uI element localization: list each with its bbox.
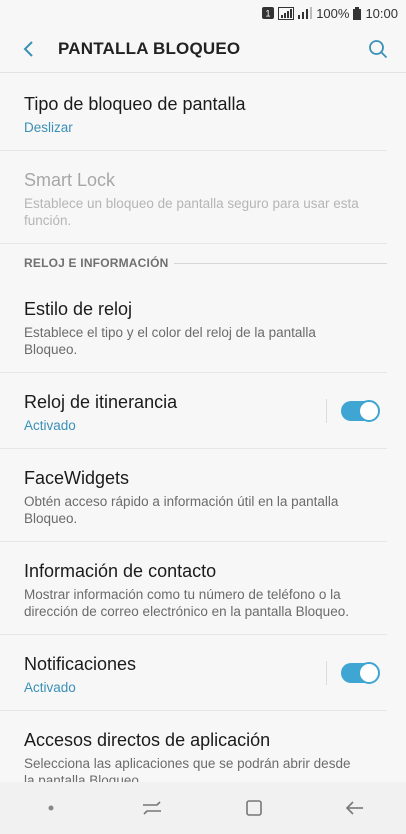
item-title: Accesos directos de aplicación <box>24 730 271 750</box>
toggle-container <box>326 660 380 685</box>
no-signal-icon <box>278 6 295 20</box>
contact-info-item[interactable]: Información de contacto Mostrar informac… <box>0 542 387 635</box>
home-icon[interactable] <box>224 788 284 828</box>
app-bar: PANTALLA BLOQUEO <box>0 26 406 72</box>
toggle-container <box>326 398 380 423</box>
item-subtitle: Activado <box>24 418 76 433</box>
section-divider <box>174 262 387 264</box>
item-subtitle: Establece el tipo y el color del reloj d… <box>24 325 316 357</box>
battery-icon <box>353 6 362 20</box>
item-title: Notificaciones <box>24 654 137 674</box>
smart-lock-item: Smart Lock Establece un bloqueo de panta… <box>0 151 387 244</box>
toggle-separator <box>326 398 327 423</box>
item-subtitle: Activado <box>24 680 76 695</box>
dot-indicator-icon <box>21 788 81 828</box>
signal-icon <box>298 7 313 19</box>
clock: 10:00 <box>365 5 398 21</box>
recent-apps-icon[interactable] <box>122 788 182 828</box>
page-title: PANTALLA BLOQUEO <box>58 39 241 58</box>
notifications-item[interactable]: Notificaciones Activado <box>0 635 387 711</box>
facewidgets-item[interactable]: FaceWidgets Obtén acceso rápido a inform… <box>0 449 387 542</box>
item-subtitle: Establece un bloqueo de pantalla seguro … <box>24 196 359 228</box>
roaming-clock-item[interactable]: Reloj de itinerancia Activado <box>0 373 387 449</box>
item-subtitle: Deslizar <box>24 120 73 135</box>
toggle-knob <box>358 661 380 684</box>
sim-badge: 1 <box>266 9 271 19</box>
sim-icon: 1 <box>262 7 275 19</box>
navigation-bar <box>0 782 406 834</box>
back-icon[interactable] <box>325 788 385 828</box>
toggle-knob <box>358 399 380 422</box>
item-title: Información de contacto <box>24 561 217 581</box>
toggle-separator <box>326 660 327 685</box>
status-bar: 1 100% 10:00 <box>0 0 406 26</box>
back-arrow-icon[interactable] <box>18 38 40 60</box>
item-subtitle: Obtén acceso rápido a información útil e… <box>24 494 339 526</box>
search-icon[interactable] <box>366 37 390 61</box>
item-title: Tipo de bloqueo de pantalla <box>24 94 246 114</box>
screen-lock-type-item[interactable]: Tipo de bloqueo de pantalla Deslizar <box>0 73 387 151</box>
battery-percent: 100% <box>316 5 350 21</box>
section-header-label: RELOJ E INFORMACIÓN <box>24 256 169 270</box>
section-header: RELOJ E INFORMACIÓN <box>0 244 406 282</box>
clock-style-item[interactable]: Estilo de reloj Establece el tipo y el c… <box>0 282 387 373</box>
roaming-clock-toggle[interactable] <box>341 399 380 422</box>
settings-list: Tipo de bloqueo de pantalla Deslizar Sma… <box>0 73 406 803</box>
item-subtitle: Mostrar información como tu número de te… <box>24 587 349 619</box>
item-title: Estilo de reloj <box>24 299 133 319</box>
item-title: Reloj de itinerancia <box>24 392 178 412</box>
item-title: FaceWidgets <box>24 468 130 488</box>
notifications-toggle[interactable] <box>341 661 380 684</box>
item-title: Smart Lock <box>24 170 116 190</box>
